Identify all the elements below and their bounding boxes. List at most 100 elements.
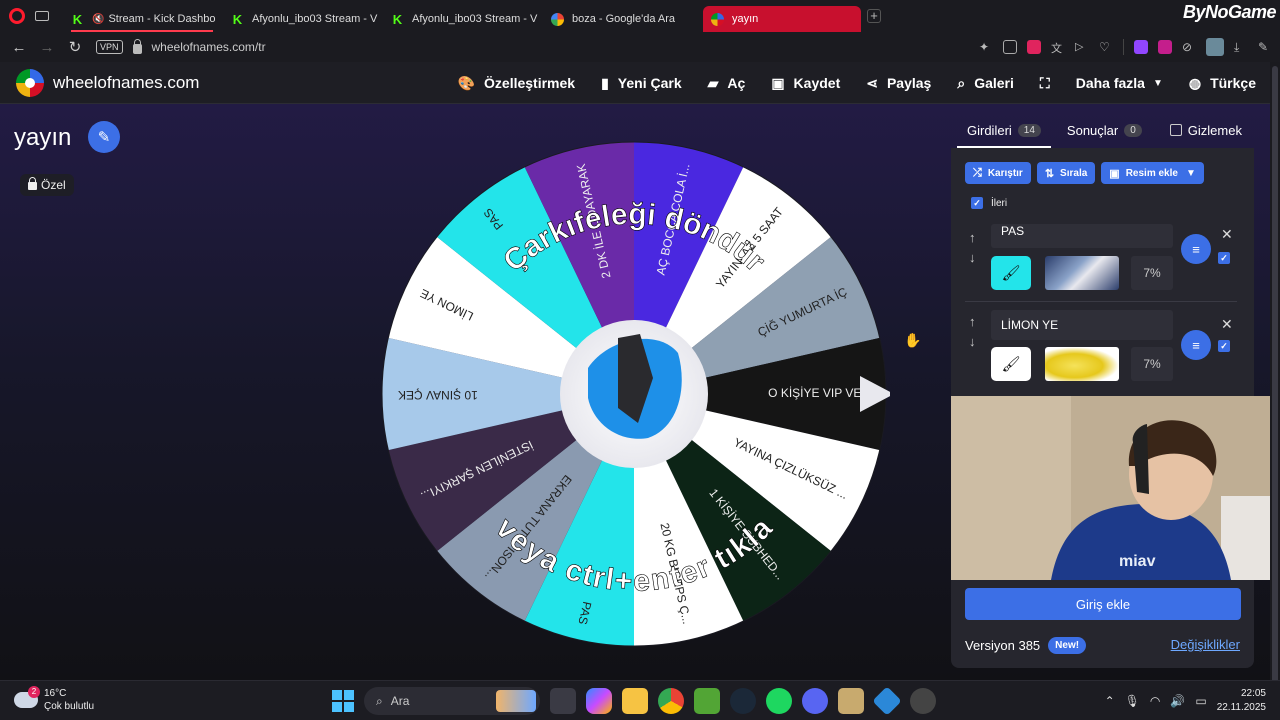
new-tab-icon[interactable]: +: [867, 9, 881, 23]
hide-toggle[interactable]: Gizlemek: [1152, 112, 1252, 148]
extension-pink-icon[interactable]: [1158, 40, 1172, 54]
browser-tab[interactable]: boza - Google'da Ara: [543, 6, 701, 32]
site-title[interactable]: wheelofnames.com: [53, 73, 199, 93]
nav-item-fullscreen[interactable]: ⛶: [1040, 75, 1050, 92]
entry-options-button[interactable]: ≡: [1181, 234, 1211, 264]
discord-icon[interactable]: [802, 688, 828, 714]
sort-button[interactable]: ⇅ Sırala: [1036, 162, 1096, 184]
entry-enabled-checkbox[interactable]: ✓: [1218, 340, 1230, 352]
minecraft-icon[interactable]: [694, 688, 720, 714]
advanced-checkbox[interactable]: ✓: [971, 197, 983, 209]
move-up-icon[interactable]: ↑: [969, 314, 976, 329]
move-down-icon[interactable]: ↓: [969, 334, 976, 349]
download-icon[interactable]: ⤓: [1234, 40, 1248, 54]
weather-widget[interactable]: 2 16°C Çok bulutlu: [14, 686, 95, 713]
weather-desc: Çok bulutlu: [44, 701, 95, 712]
add-entry-button[interactable]: Giriş ekle: [965, 588, 1241, 620]
lock-icon[interactable]: [132, 39, 142, 54]
entry-options-button[interactable]: ≡: [1181, 330, 1211, 360]
microphone-icon[interactable]: 🎙: [1125, 694, 1140, 708]
entry-name-field[interactable]: PAS: [991, 224, 1173, 248]
pocket-icon[interactable]: [1027, 40, 1041, 54]
steam-icon[interactable]: [730, 688, 756, 714]
vpn-badge[interactable]: VPN: [96, 40, 123, 54]
globe-icon: ◍: [1188, 74, 1202, 91]
move-down-icon[interactable]: ↓: [969, 250, 976, 265]
folder-icon: ▰: [707, 74, 719, 91]
battery-icon[interactable]: ▭: [1195, 694, 1206, 708]
nav-item-folder[interactable]: ▰ Aç: [708, 75, 746, 92]
menu-icon[interactable]: ✎: [1258, 40, 1272, 54]
nav-item-palette[interactable]: 🎨 Özelleştirmek: [458, 75, 576, 92]
reload-icon[interactable]: ↻: [62, 38, 88, 56]
scrollbar-thumb[interactable]: [1272, 66, 1278, 696]
remove-entry-icon[interactable]: ✕: [1221, 316, 1233, 333]
move-up-icon[interactable]: ↑: [969, 230, 976, 245]
url-field[interactable]: wheelofnames.com/tr: [152, 40, 266, 54]
back-icon[interactable]: ←: [6, 39, 32, 56]
hide-checkbox[interactable]: [1169, 124, 1182, 136]
play-icon[interactable]: ▷: [1075, 40, 1089, 54]
browser-tab[interactable]: K Afyonlu_ibo03 Stream - V: [383, 6, 541, 32]
browser-tab[interactable]: yayın: [703, 6, 861, 32]
browser-tab-label: boza - Google'da Ara: [572, 13, 676, 25]
wheelofnames-logo-icon[interactable]: [16, 68, 44, 97]
changes-link[interactable]: Değişiklikler: [1171, 637, 1240, 652]
copilot-icon[interactable]: [586, 688, 612, 714]
tab-overview-icon[interactable]: [35, 11, 49, 21]
task-view-icon[interactable]: [550, 688, 576, 714]
entry-color-swatch[interactable]: 🖌: [991, 256, 1031, 290]
panel-tabs: Girdileri 14 Sonuçlar 0 Gizlemek: [951, 112, 1254, 148]
app-diamond-icon[interactable]: [872, 686, 902, 716]
pen-slash-icon[interactable]: ⊘: [1182, 40, 1196, 54]
wifi-icon[interactable]: ◠: [1150, 694, 1160, 708]
add-image-button[interactable]: ▣ Resim ekle ▼: [1101, 162, 1204, 184]
entry-enabled-checkbox[interactable]: ✓: [1218, 252, 1230, 264]
shuffle-button[interactable]: ⤮ Karıştır: [965, 162, 1031, 184]
volume-icon[interactable]: 🔊: [1170, 694, 1185, 708]
file-explorer-icon[interactable]: [622, 688, 648, 714]
opera-logo-icon[interactable]: [9, 8, 25, 24]
edit-title-button[interactable]: ✎: [88, 121, 120, 153]
privacy-chip[interactable]: Özel: [20, 174, 74, 196]
page-scrollbar[interactable]: [1270, 62, 1280, 696]
spotify-icon[interactable]: [766, 688, 792, 714]
pin-icon[interactable]: ✦: [979, 40, 993, 54]
nav-item-more[interactable]: Daha fazla ▼: [1076, 75, 1163, 91]
entry-image-thumbnail[interactable]: [1045, 256, 1119, 290]
nav-item-save[interactable]: ▣ Kaydet: [771, 75, 840, 92]
remove-entry-icon[interactable]: ✕: [1221, 226, 1233, 243]
profile-avatar[interactable]: [1206, 38, 1224, 56]
obs-icon[interactable]: [910, 688, 936, 714]
heart-icon[interactable]: ♡: [1099, 40, 1113, 54]
nav-item-share[interactable]: ⋖ Paylaş: [866, 75, 931, 92]
browser-tab-bar: K 🔇 Stream - Kick Dashbo K Afyonlu_ibo03 Str…: [0, 0, 1280, 32]
forward-icon[interactable]: →: [34, 39, 60, 56]
spin-wheel[interactable]: AÇ BOCCA COLA İ... YAYINI AZ 5 SAATÇİĞ YU…: [378, 138, 890, 650]
chrome-icon[interactable]: [658, 688, 684, 714]
wheelofnames-icon: [711, 12, 724, 26]
clock[interactable]: 22:05 22.11.2025: [1217, 687, 1266, 715]
tab-results[interactable]: Sonuçlar 0: [1051, 112, 1152, 148]
entry-color-swatch[interactable]: 🖌: [991, 347, 1031, 381]
advanced-label: İleri: [991, 197, 1008, 209]
league-icon[interactable]: [838, 688, 864, 714]
entry-name-field[interactable]: LİMON YE: [991, 310, 1173, 340]
entry-percent: 7%: [1131, 347, 1173, 381]
nav-item-search[interactable]: ⌕ Galeri: [957, 75, 1014, 92]
windows-start-icon[interactable]: [332, 690, 354, 712]
muted-speaker-icon[interactable]: 🔇: [92, 14, 104, 25]
translate-icon[interactable]: 文: [1051, 40, 1065, 55]
nav-item-globe[interactable]: ◍ Türkçe: [1189, 75, 1256, 92]
snapshot-icon[interactable]: [1003, 40, 1017, 54]
chevron-down-icon: ▼: [1152, 77, 1163, 89]
browser-tab[interactable]: K 🔇 Stream - Kick Dashbo: [63, 6, 221, 32]
advanced-toggle[interactable]: ✓ İleri: [971, 197, 1007, 209]
tab-entries[interactable]: Girdileri 14: [951, 112, 1051, 148]
nav-item-file[interactable]: ▮ Yeni Çark: [601, 75, 682, 92]
twitch-icon[interactable]: [1134, 40, 1148, 54]
taskbar-search[interactable]: ⌕ Ara: [364, 687, 540, 715]
browser-tab[interactable]: K Afyonlu_ibo03 Stream - V: [223, 6, 381, 32]
entry-image-thumbnail[interactable]: [1045, 347, 1119, 381]
tray-chevron-icon[interactable]: ⌃: [1105, 694, 1115, 708]
